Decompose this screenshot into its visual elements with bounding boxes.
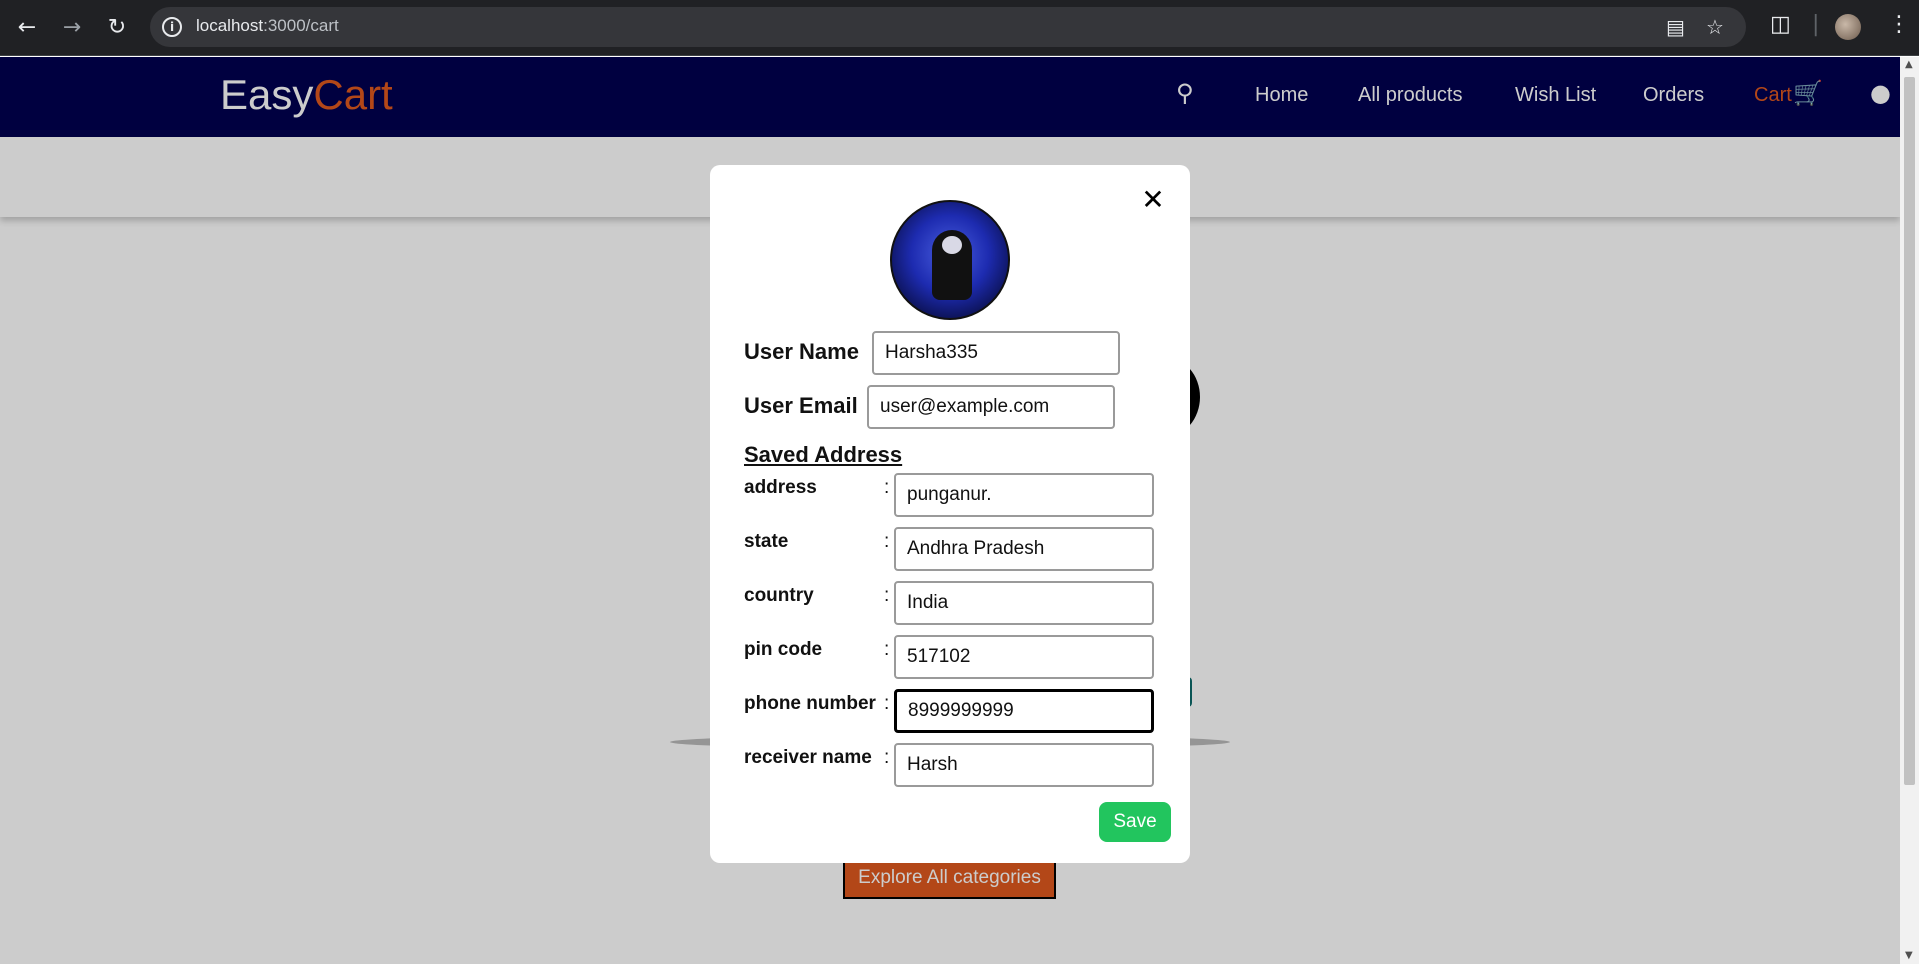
colon: : <box>884 585 890 606</box>
card-icon[interactable]: ▤ <box>1666 15 1685 39</box>
address-input[interactable] <box>894 473 1154 517</box>
user-avatar[interactable] <box>890 200 1010 320</box>
address-bar[interactable]: i localhost:3000/cart ▤ ☆ <box>150 7 1746 47</box>
colon: : <box>884 747 890 768</box>
state-input[interactable] <box>894 527 1154 571</box>
receiver-name-input[interactable] <box>894 743 1154 787</box>
scroll-up-arrow[interactable]: ▲ <box>1905 59 1913 70</box>
address-label: address <box>744 477 817 498</box>
bookmark-star-icon[interactable]: ☆ <box>1706 15 1724 39</box>
menu-icon[interactable]: ⋮ <box>1888 12 1910 37</box>
forward-icon[interactable]: → <box>57 12 87 42</box>
scroll-down-arrow[interactable]: ▼ <box>1905 950 1913 961</box>
user-email-input[interactable] <box>867 385 1115 429</box>
toolbar-divider: | <box>1812 12 1820 37</box>
extensions-icon[interactable]: ◫ <box>1770 12 1791 37</box>
user-name-input[interactable] <box>872 331 1120 375</box>
colon: : <box>884 693 890 714</box>
url-text[interactable]: localhost:3000/cart <box>196 16 339 36</box>
colon: : <box>884 639 890 660</box>
profile-modal: ✕ User Name User Email Saved Address add… <box>710 165 1190 863</box>
save-button[interactable]: Save <box>1099 802 1171 842</box>
state-label: state <box>744 531 789 552</box>
page-scrollbar[interactable]: ▲ ▼ <box>1900 57 1919 964</box>
close-icon[interactable]: ✕ <box>1140 186 1166 214</box>
avatar-face <box>942 236 962 254</box>
colon: : <box>884 531 890 552</box>
country-input[interactable] <box>894 581 1154 625</box>
user-name-label: User Name <box>744 339 859 364</box>
profile-avatar[interactable] <box>1835 14 1861 40</box>
browser-chrome: ← → ↻ i localhost:3000/cart ▤ ☆ ◫ | ⋮ <box>0 0 1919 56</box>
phone-number-label: phone number <box>744 693 876 714</box>
pin-code-label: pin code <box>744 639 823 660</box>
receiver-name-label: receiver name <box>744 747 872 768</box>
pin-code-input[interactable] <box>894 635 1154 679</box>
back-icon[interactable]: ← <box>12 12 42 42</box>
scroll-thumb[interactable] <box>1904 77 1915 785</box>
reload-icon[interactable]: ↻ <box>102 12 132 42</box>
user-email-label: User Email <box>744 393 858 418</box>
site-info-icon[interactable]: i <box>162 17 182 37</box>
phone-number-input[interactable] <box>894 689 1154 733</box>
saved-address-title: Saved Address <box>744 442 903 467</box>
colon: : <box>884 477 890 498</box>
country-label: country <box>744 585 814 606</box>
